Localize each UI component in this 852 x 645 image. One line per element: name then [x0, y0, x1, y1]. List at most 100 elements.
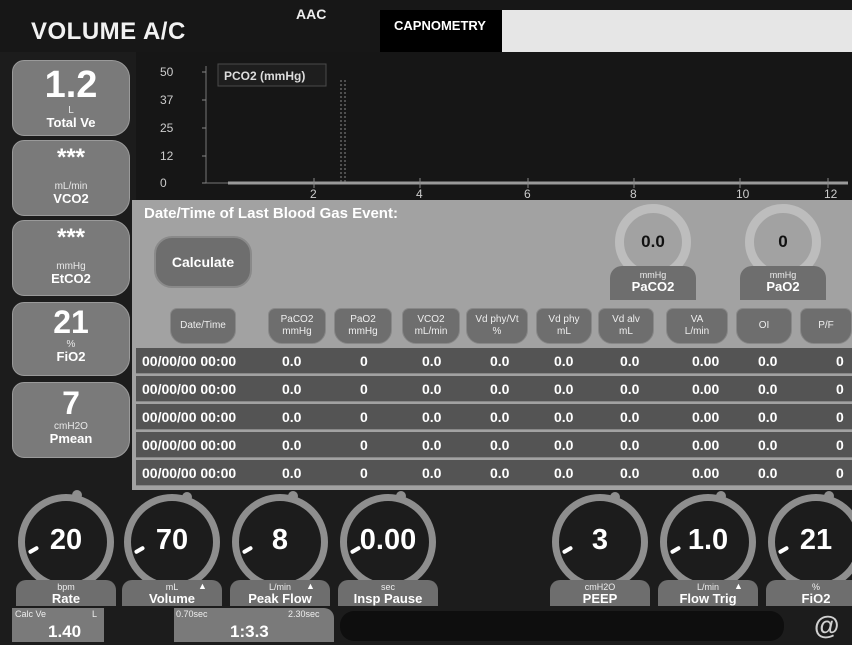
y-tick-label: 37	[160, 93, 174, 107]
col-header-line1: Vd phy/Vt	[475, 314, 519, 325]
x-tick-label: 4	[416, 187, 423, 201]
paco2-name: PaCO2	[631, 279, 675, 294]
col-header-paco2[interactable]: PaCO2 mmHg	[268, 308, 326, 344]
col-header-line2: %	[492, 326, 502, 337]
y-tick-label: 25	[160, 121, 174, 135]
col-header-label: P/F	[818, 320, 834, 331]
table-cell: 00/00/00 00:00	[142, 437, 237, 453]
table-cell: 0.0	[758, 465, 778, 481]
table-row[interactable]: 00/00/00 00:00 0.0 0 0.0 0.0 0.0 0.0 0.00 0.0 0	[136, 376, 852, 402]
table-row[interactable]: 00/00/00 00:00 0.0 0 0.0 0.0 0.0 0.0 0.00 0.0 0	[136, 432, 852, 458]
table-cell: 0	[360, 465, 368, 481]
table-cell: 0.0	[554, 465, 574, 481]
dial-indicator-dot	[182, 492, 192, 502]
table-row[interactable]: 00/00/00 00:00 0.0 0 0.0 0.0 0.0 0.0 0.00 0.0 0	[136, 404, 852, 430]
col-header-label: Date/Time	[180, 320, 226, 331]
table-cell: 0.0	[620, 437, 640, 453]
calc-ve-value: 1.40	[48, 622, 82, 641]
ie-ratio-value: 1:3.3	[230, 622, 269, 641]
col-header-line1: VCO2	[417, 314, 445, 325]
x-tick-label: 8	[630, 187, 637, 201]
col-header-line1: Vd phy	[548, 314, 580, 325]
control-rate[interactable]: 20 bpm Rate	[14, 490, 118, 608]
x-tick-label: 2	[310, 187, 317, 201]
paco2-unit: mmHg	[639, 270, 667, 280]
control-value: 70	[155, 524, 189, 556]
up-arrow-icon: ▲	[306, 581, 315, 591]
table-cell: 0.0	[422, 409, 442, 425]
monitor-name: Pmean	[49, 431, 93, 446]
pao2-dial[interactable]: 0 mmHg PaO2	[740, 202, 830, 302]
control-peak-flow[interactable]: 8 L/min Peak Flow ▲	[228, 490, 332, 608]
y-tick-label: 50	[160, 65, 174, 79]
col-header-label: OI	[758, 320, 770, 331]
col-header-pf[interactable]: P/F	[800, 308, 852, 344]
table-cell: 0.0	[422, 465, 442, 481]
table-cell: 0	[360, 409, 368, 425]
col-header-oi[interactable]: OI	[736, 308, 792, 344]
col-header-line1: Vd alv	[612, 314, 640, 325]
col-header-vd-phy-vt[interactable]: Vd phy/Vt%	[466, 308, 528, 344]
monitor-fio2[interactable]: 21 % FiO2	[12, 302, 130, 376]
ventilation-mode-title: VOLUME A/C	[31, 18, 186, 45]
pco2-waveform-plot: PCO2 (mmHg) 50 37 25 12 0 2 4 6 8 10 12	[136, 52, 852, 202]
table-cell: 0.0	[490, 353, 510, 369]
monitor-value: ***	[56, 224, 86, 251]
blood-gas-title: Date/Time of Last Blood Gas Event:	[144, 205, 398, 222]
dial-indicator-dot	[396, 491, 406, 501]
table-cell: 0	[836, 353, 844, 369]
col-header-vd-phy[interactable]: Vd phy mL	[536, 308, 592, 344]
monitor-pmean[interactable]: 7 cmH2O Pmean	[12, 382, 130, 458]
control-insp-pause[interactable]: 0.00 sec Insp Pause	[336, 490, 440, 608]
control-flow-trig[interactable]: 1.0 L/min Flow Trig ▲	[656, 490, 760, 608]
monitor-total-ve[interactable]: 1.2 L Total Ve	[12, 60, 130, 136]
col-header-line1: PaO2	[350, 314, 376, 325]
calc-ve-unit: L	[92, 609, 98, 619]
table-cell: 0.0	[758, 409, 778, 425]
col-header-pao2[interactable]: PaO2 mmHg	[334, 308, 392, 344]
tab-capnometry[interactable]: CAPNOMETRY	[380, 10, 502, 52]
blood-gas-table: Date/Time PaCO2 mmHg PaO2 mmHg VCO2 mL/min …	[132, 300, 852, 490]
control-value: 21	[799, 524, 833, 556]
table-cell: 0.00	[692, 381, 720, 397]
col-header-line2: mL/min	[414, 326, 448, 337]
monitor-value: ***	[56, 144, 86, 171]
col-header-vd-alv[interactable]: Vd alv mL	[598, 308, 654, 344]
control-name: PEEP	[582, 591, 618, 606]
table-cell: 0.0	[554, 381, 574, 397]
monitor-value: 7	[62, 385, 80, 421]
table-row[interactable]: 00/00/00 00:00 0.0 0 0.0 0.0 0.0 0.0 0.00 0.0 0	[136, 348, 852, 374]
control-peep[interactable]: 3 cmH2O PEEP	[548, 490, 652, 608]
table-row[interactable]: 00/00/00 00:00 0.0 0 0.0 0.0 0.0 0.0 0.00 0.0 0	[136, 460, 852, 486]
col-header-vco2[interactable]: VCO2 mL/min	[402, 308, 460, 344]
table-cell: 0.0	[490, 437, 510, 453]
control-name: Volume	[149, 591, 195, 606]
dial-indicator-dot	[288, 491, 298, 501]
table-cell: 0.0	[422, 437, 442, 453]
table-cell: 0.0	[490, 409, 510, 425]
control-volume[interactable]: 70 mL Volume ▲	[120, 490, 224, 608]
monitor-etco2[interactable]: *** mmHg EtCO2	[12, 220, 130, 296]
table-cell: 00/00/00 00:00	[142, 381, 237, 397]
pao2-unit: mmHg	[769, 270, 797, 280]
control-label-tab: bpm Rate	[16, 580, 116, 606]
control-name: Rate	[51, 591, 81, 606]
control-value: 0.00	[359, 524, 417, 556]
monitor-vco2[interactable]: *** mL/min VCO2	[12, 140, 130, 216]
tab-bar-blank	[502, 10, 852, 52]
col-header-line1: VA	[690, 314, 704, 325]
control-settings-panel: 20 bpm Rate 70 mL Volume ▲ 8 L/min Peak Flow ▲ 0.00…	[0, 490, 852, 645]
col-header-va[interactable]: VA L/min	[666, 308, 728, 344]
table-cell: 0.0	[422, 353, 442, 369]
col-header-label: VCO2 mL/min	[415, 314, 448, 338]
paco2-dial[interactable]: 0.0 mmHg PaCO2	[610, 202, 700, 302]
calculate-button[interactable]: Calculate	[154, 236, 252, 288]
col-header-datetime[interactable]: Date/Time	[170, 308, 236, 344]
calc-ve-label: Calc Ve	[15, 609, 47, 619]
dial-label-tab: mmHg PaCO2	[610, 266, 696, 300]
table-cell: 0.00	[692, 409, 720, 425]
control-fio2[interactable]: 21 % FiO2	[764, 490, 852, 608]
col-header-label: PaCO2 mmHg	[281, 314, 314, 338]
monitor-unit: mmHg	[56, 261, 86, 272]
table-cell: 0.00	[692, 437, 720, 453]
